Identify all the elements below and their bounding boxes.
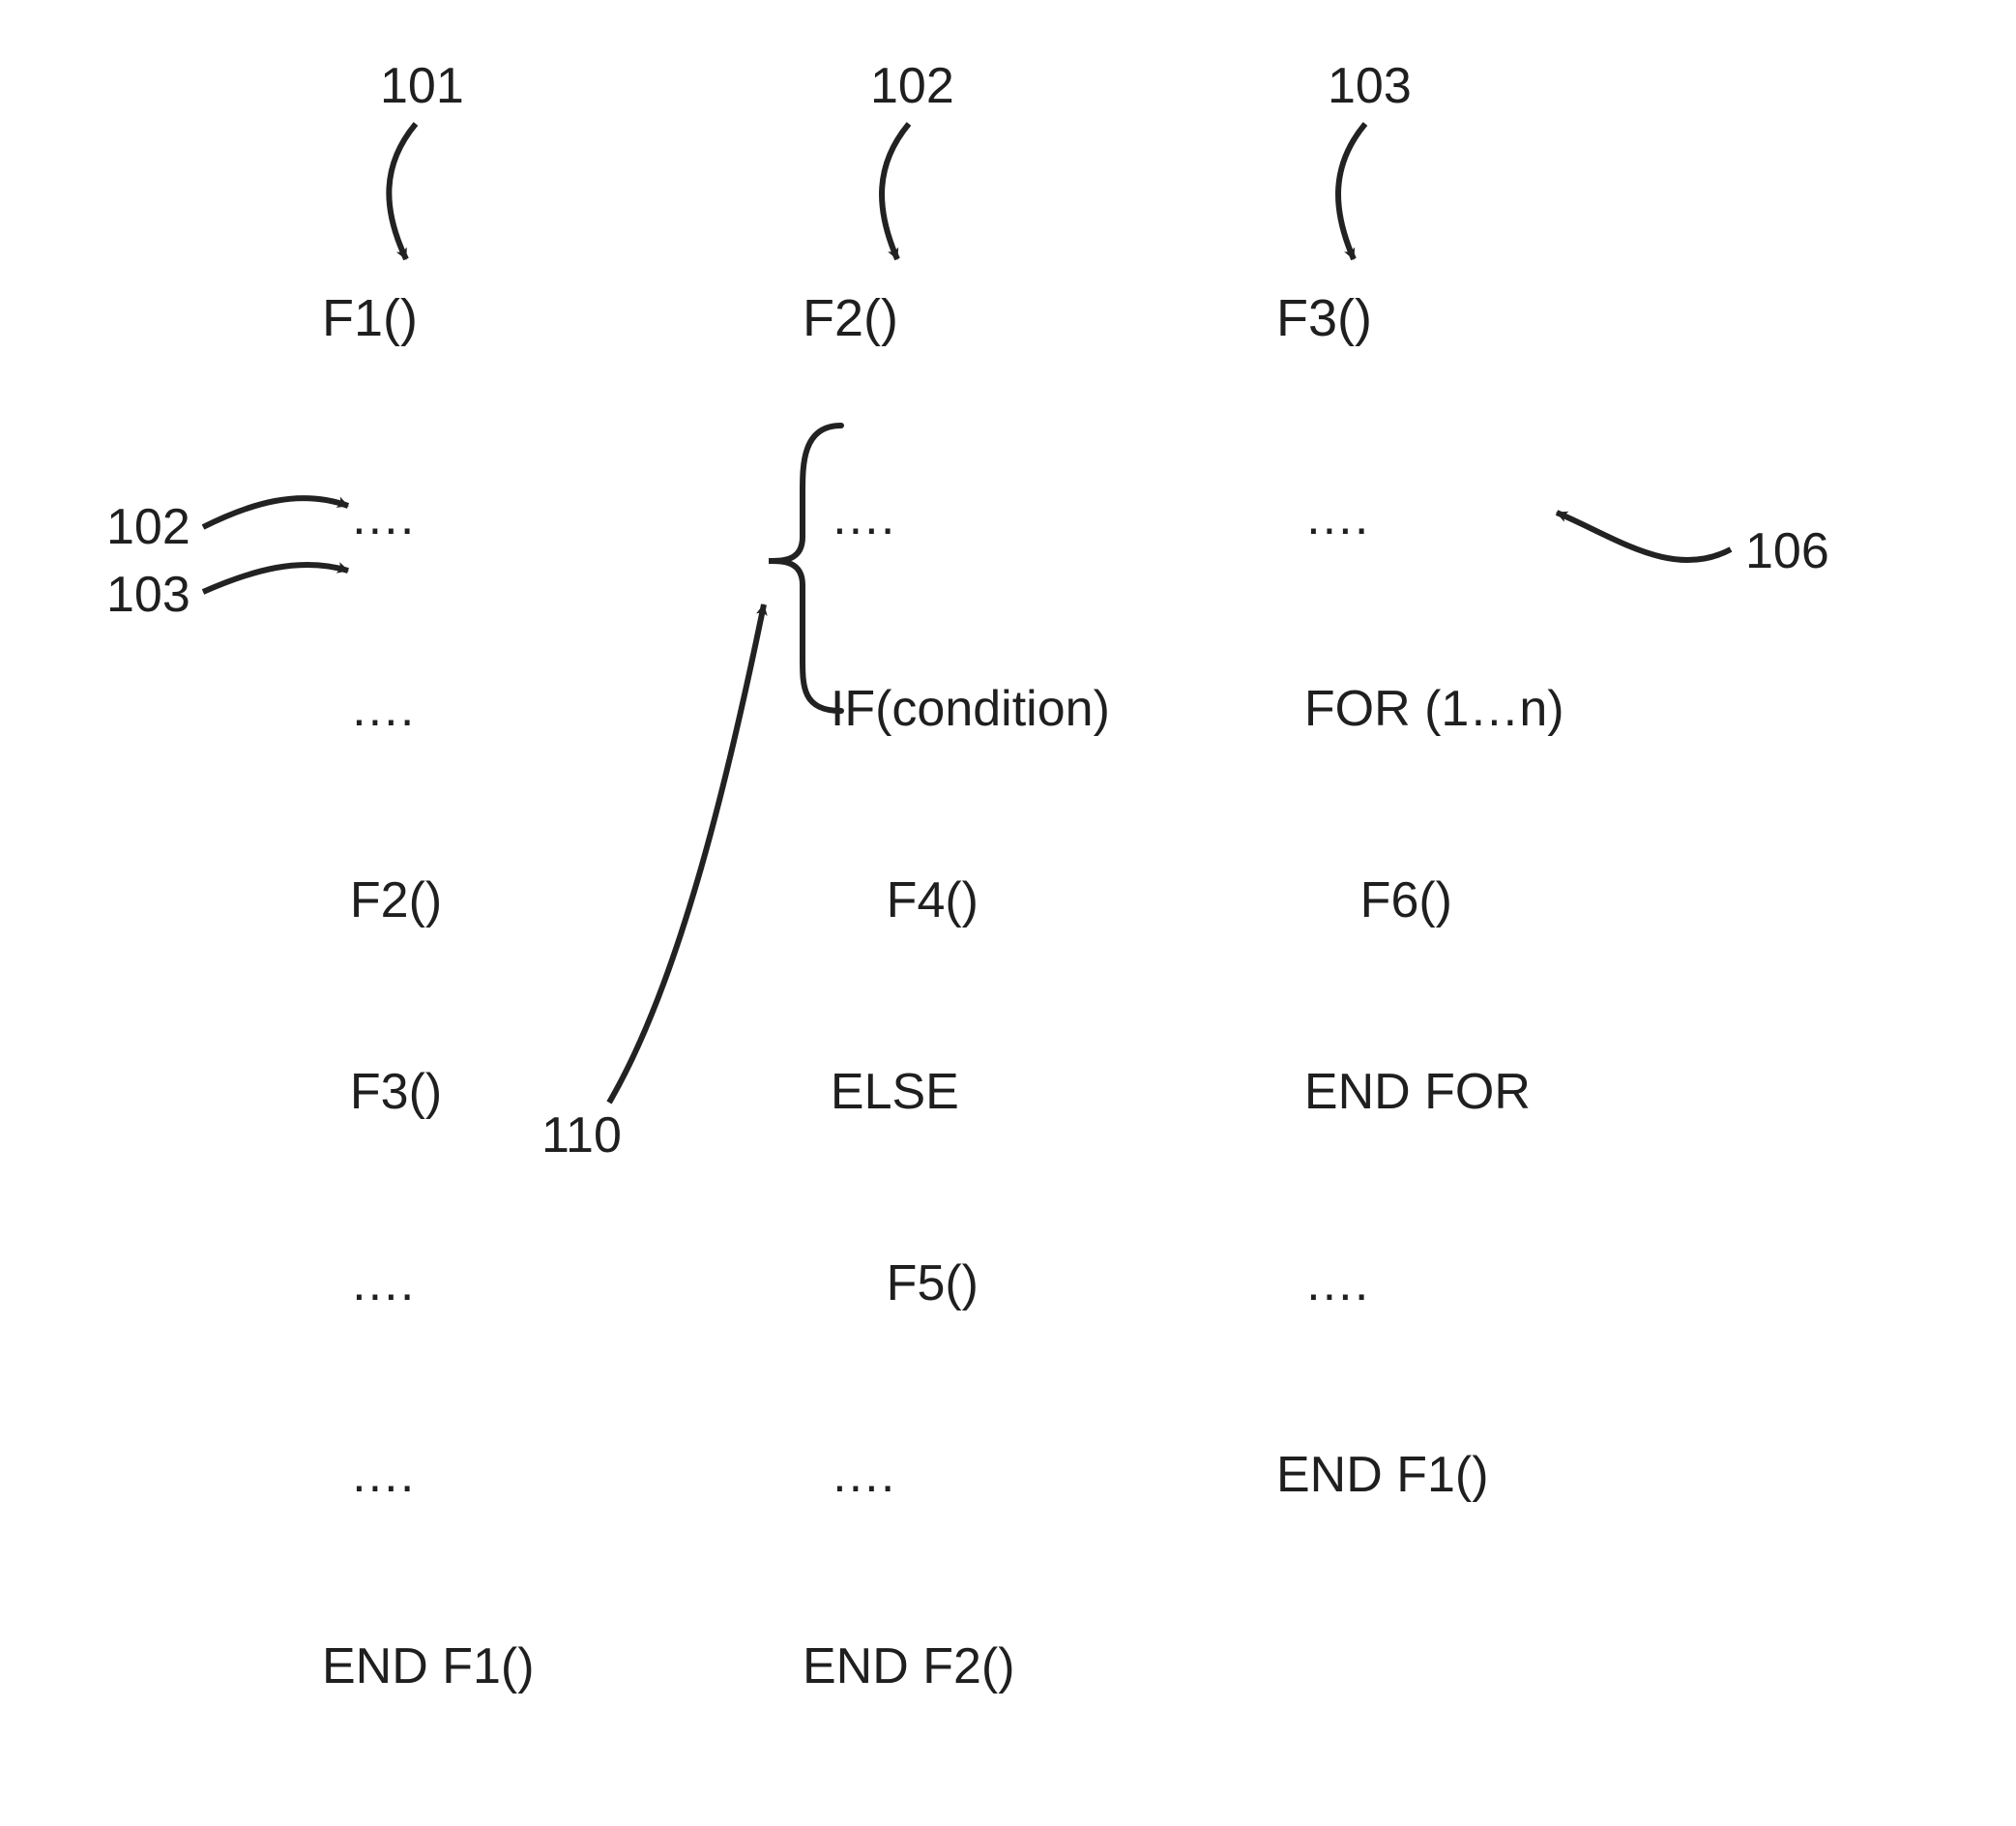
arrow-102-top	[882, 124, 909, 259]
arrow-103-top	[1338, 124, 1365, 259]
block1-line-end: END F1()	[322, 1635, 535, 1698]
block3-line-end: END F1()	[1276, 1443, 1564, 1507]
arrow-110	[609, 604, 764, 1103]
block1-line: ….	[322, 1443, 535, 1507]
arrow-106	[1557, 513, 1731, 560]
arrow-102-side	[203, 498, 348, 527]
block2-line-end: END F2()	[803, 1635, 1110, 1698]
arrows-svg	[0, 0, 2016, 1390]
diagram-stage: 101 102 103 102 103 110 106 F1() …. …. F…	[0, 0, 2016, 1390]
arrow-103-side	[203, 565, 348, 592]
arrow-101	[389, 124, 416, 259]
brace-icon	[769, 426, 841, 711]
block2-line: ….	[803, 1443, 1110, 1507]
